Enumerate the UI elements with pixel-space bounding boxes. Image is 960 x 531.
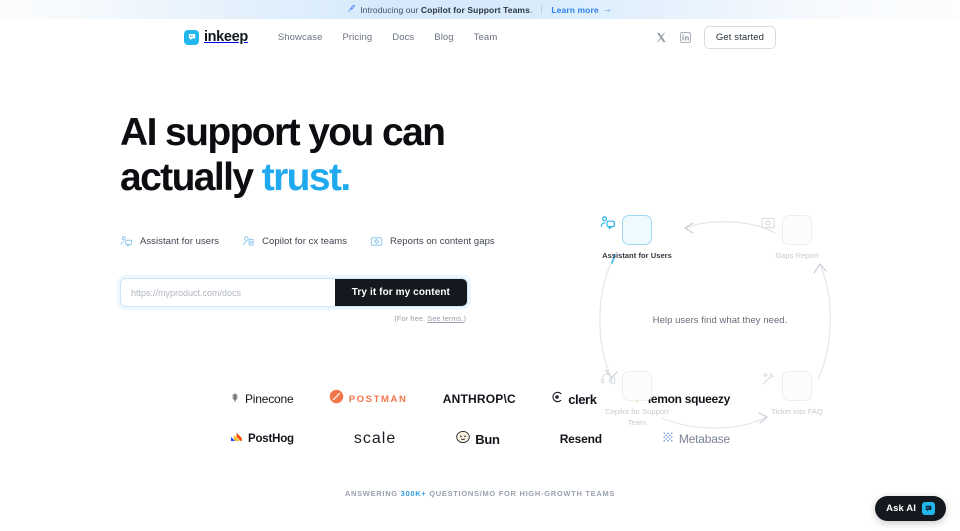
logo-label: ANTHROP\C — [442, 392, 516, 406]
headline-accent: trust. — [261, 156, 352, 199]
nav-item-team[interactable]: Team — [474, 32, 498, 43]
announcement-banner-content: Introducing our Copilot for Support Team… — [348, 4, 612, 15]
nav-links: Showcase Pricing Docs Blog Team — [278, 32, 498, 43]
pinecone-icon — [230, 390, 240, 408]
stats-highlight: 300K+ — [400, 489, 427, 498]
x-twitter-icon[interactable] — [656, 32, 667, 43]
get-started-button[interactable]: Get started — [703, 25, 776, 49]
learn-more-label: Learn more — [551, 4, 599, 15]
workflow-diagram: Assistant for Users Gaps Report Copilot … — [590, 203, 850, 443]
headline-line-2: actually trust. — [120, 156, 352, 199]
feature-label: Copilot for cx teams — [262, 236, 348, 247]
signup-form: Try it for my content (For free. See ter… — [120, 278, 468, 323]
learn-more-link[interactable]: Learn more → — [551, 5, 611, 15]
diagram-node-gaps-report[interactable]: Gaps Report — [760, 215, 834, 261]
logo-pinecone: Pinecone — [230, 390, 294, 408]
logo-label: POSTMAN — [348, 393, 408, 405]
content-url-input[interactable] — [121, 279, 335, 306]
feature-copilot-for-cx-teams: Copilot for cx teams — [242, 235, 347, 248]
ask-ai-button[interactable]: Ask AI — [875, 496, 946, 521]
diagram-node-label: Assistant for Users — [602, 251, 672, 260]
magic-wand-icon — [762, 371, 812, 401]
feature-reports-on-content-gaps: Reports on content gaps — [370, 235, 495, 248]
linkedin-icon[interactable] — [680, 31, 691, 43]
postman-icon — [329, 389, 344, 409]
diagram-node-label: Ticket into FAQ — [771, 407, 823, 416]
see-terms-link[interactable]: See terms. — [427, 314, 463, 323]
logo-label: scale — [353, 430, 397, 447]
logo-posthog: PostHog — [230, 430, 294, 448]
arrow-right-icon: → — [602, 4, 612, 14]
diagram-center-text: Help users find what they need. — [652, 315, 788, 326]
logo-scale: scale — [354, 430, 396, 448]
logo-anthropic: ANTHROP\C — [443, 392, 516, 406]
form-note: (For free. See terms.) — [394, 314, 466, 323]
logo-label: Bun — [475, 431, 500, 447]
feature-assistant-for-users: Assistant for users — [120, 235, 219, 248]
feature-label: Assistant for users — [140, 236, 220, 247]
brand-logo[interactable]: inkeep — [184, 29, 248, 45]
copilot-icon — [242, 235, 255, 248]
inkeep-logo-icon — [184, 29, 199, 45]
clerk-icon — [551, 390, 563, 408]
logo-postman: POSTMAN — [329, 389, 408, 409]
nav-item-showcase[interactable]: Showcase — [278, 32, 323, 43]
reports-icon — [370, 235, 383, 248]
rocket-icon — [348, 4, 356, 14]
logo-label: Pinecone — [245, 392, 294, 406]
stats-footnote: ANSWERING 300K+ QUESTIONS/MO FOR HIGH-GR… — [344, 489, 616, 498]
announcement-banner: Introducing our Copilot for Support Team… — [0, 0, 960, 19]
diagram-node-copilot-for-support-team[interactable]: Copilot for Support Team — [600, 371, 674, 429]
page-title: AI support you can actually trust. — [120, 113, 960, 197]
url-input-group: Try it for my content — [120, 278, 468, 307]
logo-label: PostHog — [248, 433, 294, 445]
diagram-node-assistant-for-users[interactable]: Assistant for Users — [600, 215, 674, 261]
announcement-text: Introducing our Copilot for Support Team… — [360, 4, 533, 15]
diagram-node-ticket-into-faq[interactable]: Ticket into FAQ — [760, 371, 834, 417]
try-it-button[interactable]: Try it for my content — [334, 279, 467, 306]
brand-name: inkeep — [204, 29, 248, 45]
nav-actions: Get started — [656, 25, 776, 49]
landing-page: Introducing our Copilot for Support Team… — [0, 0, 960, 531]
ask-ai-label: Ask AI — [886, 503, 916, 514]
diagram-node-label: Gaps Report — [775, 251, 819, 260]
nav-item-pricing[interactable]: Pricing — [342, 32, 372, 43]
assistant-users-icon — [600, 215, 652, 245]
bun-icon — [456, 430, 471, 449]
gaps-report-icon — [761, 215, 812, 245]
diagram-node-label: Copilot for Support Team — [605, 407, 669, 428]
logo-bun: Bun — [456, 430, 500, 449]
posthog-icon — [230, 430, 243, 448]
nav-item-docs[interactable]: Docs — [392, 32, 414, 43]
headset-icon — [600, 371, 652, 401]
hero-section: AI support you can actually trust. Assis… — [0, 113, 960, 429]
nav-item-blog[interactable]: Blog — [434, 32, 453, 43]
feature-label: Reports on content gaps — [390, 236, 495, 247]
main-navigation: inkeep Showcase Pricing Docs Blog Team G… — [0, 19, 960, 55]
inkeep-logo-icon — [922, 502, 935, 515]
banner-divider — [541, 5, 543, 14]
headline-line-1: AI support you can — [120, 111, 446, 154]
assistant-icon — [120, 235, 133, 248]
